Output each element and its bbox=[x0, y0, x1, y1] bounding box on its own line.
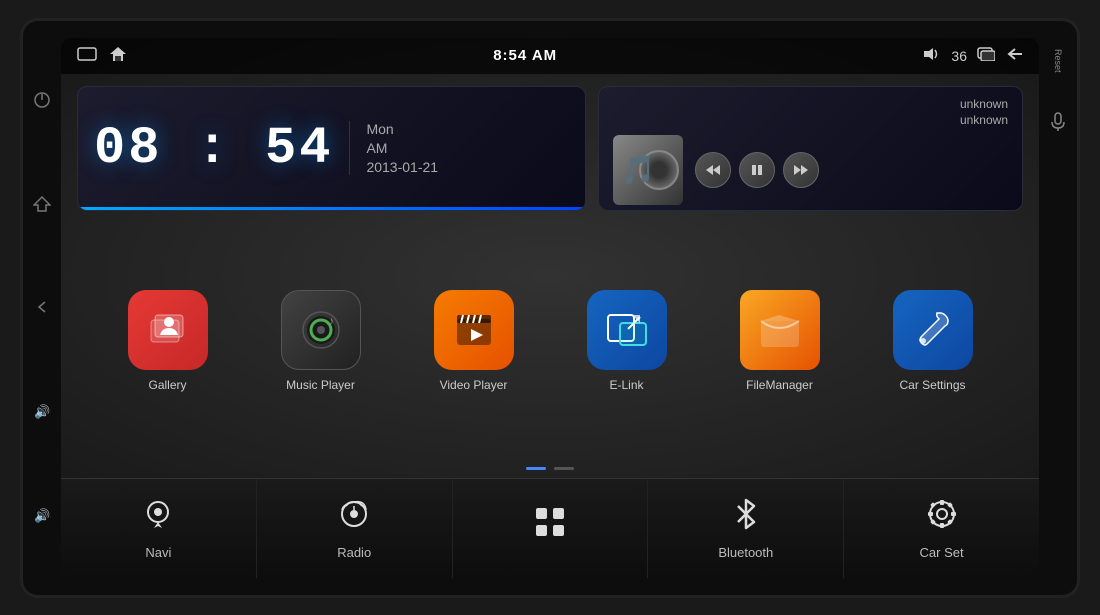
music-controls bbox=[695, 152, 819, 188]
bluetooth-icon bbox=[730, 496, 762, 539]
elink-label: E-Link bbox=[609, 378, 643, 392]
filemanager-icon bbox=[740, 290, 820, 370]
home-status-icon bbox=[109, 46, 127, 65]
page-dot-2[interactable] bbox=[554, 467, 574, 470]
svg-text:🔊-: 🔊- bbox=[34, 507, 51, 524]
music-player-icon: ♪ bbox=[281, 290, 361, 370]
apps-icon bbox=[531, 503, 569, 548]
app-video-player[interactable]: Video Player bbox=[397, 290, 550, 392]
music-disc bbox=[639, 150, 679, 190]
side-buttons-left: 🔊+ 🔊- bbox=[23, 29, 61, 587]
app-carsettings[interactable]: Car Settings bbox=[856, 290, 1009, 392]
clock-time: 08 : 54 bbox=[94, 119, 333, 178]
nav-navi[interactable]: Navi bbox=[61, 479, 257, 578]
carsettings-label: Car Settings bbox=[899, 378, 965, 392]
music-artist: unknown bbox=[960, 113, 1008, 127]
clock-day: Mon bbox=[366, 121, 438, 137]
page-dot-1[interactable] bbox=[526, 467, 546, 470]
app-music-player[interactable]: ♪ Music Player bbox=[244, 290, 397, 392]
music-track: unknown bbox=[960, 97, 1008, 111]
filemanager-label: FileManager bbox=[746, 378, 813, 392]
nav-bluetooth[interactable]: Bluetooth bbox=[648, 479, 844, 578]
radio-label: Radio bbox=[337, 545, 371, 560]
music-widget: unknown unknown bbox=[598, 86, 1023, 211]
nav-apps[interactable] bbox=[453, 479, 649, 578]
music-player-label: Music Player bbox=[286, 378, 355, 392]
carset-icon bbox=[924, 496, 960, 539]
back-status-icon bbox=[1005, 47, 1023, 64]
video-player-label: Video Player bbox=[440, 378, 508, 392]
volume-level: 36 bbox=[951, 48, 967, 64]
video-player-icon bbox=[434, 290, 514, 370]
elink-icon bbox=[587, 290, 667, 370]
music-info: unknown unknown bbox=[960, 97, 1008, 127]
app-elink[interactable]: E-Link bbox=[550, 290, 703, 392]
page-dots bbox=[61, 463, 1039, 478]
top-widgets: 08 : 54 Mon AM 2013-01-21 unknown unknow… bbox=[61, 74, 1039, 219]
back-side-button[interactable] bbox=[30, 295, 54, 319]
reset-button[interactable]: Reset bbox=[1053, 49, 1063, 73]
carsettings-icon bbox=[893, 290, 973, 370]
bluetooth-label: Bluetooth bbox=[718, 545, 773, 560]
radio-icon bbox=[336, 496, 372, 539]
volume-up-button[interactable]: 🔊+ bbox=[30, 399, 54, 423]
main-content: 08 : 54 Mon AM 2013-01-21 unknown unknow… bbox=[61, 74, 1039, 478]
music-body bbox=[613, 135, 1008, 205]
clock-full-date: 2013-01-21 bbox=[366, 159, 438, 175]
clock-widget: 08 : 54 Mon AM 2013-01-21 bbox=[77, 86, 586, 211]
home-side-button[interactable] bbox=[30, 192, 54, 216]
play-pause-button[interactable] bbox=[739, 152, 775, 188]
rewind-button[interactable] bbox=[695, 152, 731, 188]
bottom-nav: Navi Radio bbox=[61, 478, 1039, 578]
app-grid: Gallery ♪ bbox=[61, 219, 1039, 463]
status-bar-right: 36 bbox=[923, 47, 1023, 64]
power-button[interactable] bbox=[30, 88, 54, 112]
carset-label: Car Set bbox=[920, 545, 964, 560]
volume-down-button[interactable]: 🔊- bbox=[30, 503, 54, 527]
window-icon bbox=[77, 47, 97, 64]
main-screen: 8:54 AM 36 bbox=[61, 38, 1039, 578]
svg-text:🔊+: 🔊+ bbox=[34, 403, 51, 420]
mic-icon bbox=[1048, 112, 1068, 132]
navi-label: Navi bbox=[145, 545, 171, 560]
side-buttons-right: Reset bbox=[1039, 29, 1077, 587]
task-icon bbox=[977, 47, 995, 64]
forward-button[interactable] bbox=[783, 152, 819, 188]
clock-period: AM bbox=[366, 140, 438, 156]
status-bar: 8:54 AM 36 bbox=[61, 38, 1039, 74]
status-bar-left bbox=[77, 46, 127, 65]
status-time: 8:54 AM bbox=[493, 47, 557, 64]
nav-radio[interactable]: Radio bbox=[257, 479, 453, 578]
device: 🔊+ 🔊- bbox=[20, 18, 1080, 598]
svg-text:♪: ♪ bbox=[328, 314, 334, 328]
gallery-label: Gallery bbox=[148, 378, 186, 392]
clock-date: Mon AM 2013-01-21 bbox=[349, 121, 438, 175]
nav-carset[interactable]: Car Set bbox=[844, 479, 1039, 578]
volume-status-icon bbox=[923, 47, 941, 64]
navi-icon bbox=[140, 496, 176, 539]
music-album-art bbox=[613, 135, 683, 205]
app-gallery[interactable]: Gallery bbox=[91, 290, 244, 392]
gallery-icon bbox=[128, 290, 208, 370]
app-filemanager[interactable]: FileManager bbox=[703, 290, 856, 392]
